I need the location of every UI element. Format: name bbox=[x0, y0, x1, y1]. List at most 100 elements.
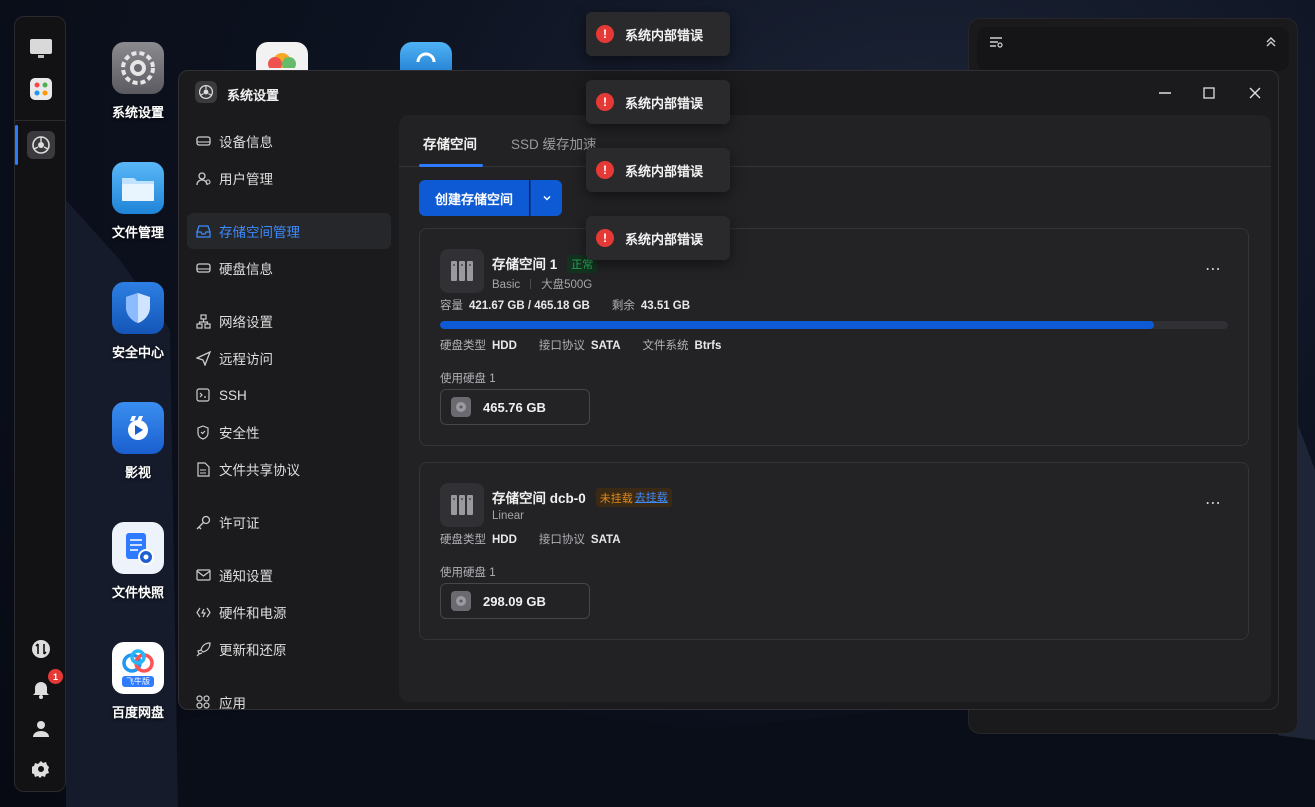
sidebar-item-device-info[interactable]: 设备信息 bbox=[187, 123, 391, 159]
app-center-icon[interactable] bbox=[27, 75, 55, 103]
desktop-app-photos[interactable] bbox=[242, 42, 322, 70]
desktop-app-baidu[interactable]: 飞牛版 百度网盘 bbox=[98, 642, 178, 721]
minimize-button[interactable] bbox=[1153, 81, 1177, 105]
more-options-button[interactable]: ⋯ bbox=[1205, 493, 1222, 513]
sidebar-item-security[interactable]: 安全性 bbox=[187, 414, 391, 450]
sidebar-item-notifications[interactable]: 通知设置 bbox=[187, 557, 391, 593]
disk-chip[interactable]: 465.76 GB bbox=[440, 389, 590, 425]
users-icon bbox=[195, 170, 211, 186]
photos-icon bbox=[256, 42, 308, 70]
storage-pool-card: 存储空间 1 正常 Basic 大盘500G ⋯ 容量 421.67 GB / 465… bbox=[419, 228, 1249, 446]
device-icon bbox=[195, 133, 211, 149]
status-badge: 未挂载 去挂载 bbox=[595, 488, 672, 507]
capacity-label: 容量 bbox=[440, 300, 463, 312]
desktop-app-snapshot[interactable]: 文件快照 bbox=[98, 522, 178, 601]
disk-size: 465.76 GB bbox=[483, 399, 546, 415]
error-toast[interactable]: ! 系统内部错误 bbox=[586, 148, 730, 192]
transfer-icon[interactable] bbox=[27, 635, 55, 663]
chevron-down-icon bbox=[542, 195, 551, 201]
sidebar-item-label: 远程访问 bbox=[219, 352, 273, 367]
shield-check-icon bbox=[195, 424, 211, 440]
settings-gear-icon bbox=[112, 42, 164, 94]
sidebar-item-storage[interactable]: 存储空间管理 bbox=[187, 213, 391, 249]
capacity-value: 421.67 GB / 465.18 GB bbox=[469, 300, 590, 312]
storage-server-icon bbox=[440, 249, 484, 293]
disk-chip[interactable]: 298.09 GB bbox=[440, 583, 590, 619]
capacity-line: 容量 421.67 GB / 465.18 GB 剩余 43.51 GB bbox=[440, 297, 690, 313]
desktop-app-settings[interactable]: 系统设置 bbox=[98, 42, 178, 121]
sidebar-item-users[interactable]: 用户管理 bbox=[187, 160, 391, 196]
more-options-button[interactable]: ⋯ bbox=[1205, 259, 1222, 279]
disk-type-label: 硬盘类型 bbox=[440, 340, 486, 352]
error-toast[interactable]: ! 系统内部错误 bbox=[586, 216, 730, 260]
tab-bar: 存储空间 SSD 缓存加速 bbox=[399, 115, 1271, 167]
sidebar-item-apps[interactable]: 应用 bbox=[187, 684, 391, 709]
mail-icon bbox=[195, 567, 211, 583]
storage-server-icon bbox=[440, 483, 484, 527]
document-icon bbox=[195, 461, 211, 477]
pool-raid: Basic bbox=[492, 279, 521, 291]
backup-icon bbox=[400, 42, 452, 70]
free-label: 剩余 bbox=[611, 300, 635, 312]
widget-panel-header bbox=[977, 27, 1289, 71]
pool-subtitle: Linear bbox=[492, 510, 524, 522]
disk-spec-line: 硬盘类型 HDD 接口协议 SATA bbox=[440, 531, 621, 547]
error-toast[interactable]: ! 系统内部错误 bbox=[586, 80, 730, 124]
toast-text: 系统内部错误 bbox=[625, 231, 704, 247]
collapse-icon[interactable] bbox=[1265, 35, 1277, 53]
toast-text: 系统内部错误 bbox=[625, 163, 704, 179]
sidebar-item-network[interactable]: 网络设置 bbox=[187, 303, 391, 339]
user-icon[interactable] bbox=[27, 715, 55, 743]
network-icon bbox=[195, 313, 211, 329]
sidebar-item-label: 存储空间管理 bbox=[219, 225, 300, 240]
filter-icon[interactable] bbox=[989, 35, 1003, 54]
desktop-app-backup[interactable] bbox=[386, 42, 466, 70]
send-icon bbox=[195, 350, 211, 366]
tab-storage[interactable]: 存储空间 bbox=[423, 133, 477, 153]
desktop-app-files[interactable]: 文件管理 bbox=[98, 162, 178, 241]
sidebar-item-label: 安全性 bbox=[219, 426, 260, 441]
error-toast[interactable]: ! 系统内部错误 bbox=[586, 12, 730, 56]
hard-disk-icon bbox=[451, 591, 471, 611]
desktop-app-security[interactable]: 安全中心 bbox=[98, 282, 178, 361]
sidebar-item-hardware[interactable]: 硬件和电源 bbox=[187, 594, 391, 630]
desktop-app-label: 百度网盘 bbox=[111, 705, 164, 720]
sidebar-item-remote[interactable]: 远程访问 bbox=[187, 340, 391, 376]
desktop-app-video[interactable]: 影视 bbox=[98, 402, 178, 481]
sidebar-item-file-sharing[interactable]: 文件共享协议 bbox=[187, 451, 391, 487]
error-icon: ! bbox=[596, 25, 614, 43]
capacity-progress-fill bbox=[440, 321, 1154, 329]
disk-size: 298.09 GB bbox=[483, 593, 546, 609]
sidebar-item-disks[interactable]: 硬盘信息 bbox=[187, 250, 391, 286]
tab-ssd-cache[interactable]: SSD 缓存加速 bbox=[511, 133, 597, 153]
desktop-icon[interactable] bbox=[27, 35, 55, 63]
fs-value: Btrfs bbox=[694, 340, 722, 352]
dock: 1 bbox=[14, 16, 66, 792]
sidebar-item-label: 更新和还原 bbox=[219, 643, 287, 658]
sidebar-item-ssh[interactable]: SSH bbox=[187, 377, 391, 413]
notification-badge: 1 bbox=[48, 669, 63, 684]
maximize-button[interactable] bbox=[1197, 81, 1221, 105]
mount-link[interactable]: 去挂载 bbox=[635, 489, 668, 505]
desktop-app-label: 系统设置 bbox=[111, 105, 164, 120]
notification-icon[interactable]: 1 bbox=[27, 669, 63, 703]
sidebar-item-update[interactable]: 更新和还原 bbox=[187, 631, 391, 667]
pool-name-text: 存储空间 1 bbox=[492, 257, 558, 272]
sidebar-item-license[interactable]: 许可证 bbox=[187, 504, 391, 540]
pool-name: 存储空间 1 正常 bbox=[492, 253, 598, 273]
window-title: 系统设置 bbox=[227, 88, 280, 103]
toast-text: 系统内部错误 bbox=[625, 27, 704, 43]
disk-type-value: HDD bbox=[492, 340, 517, 352]
create-storage-dropdown[interactable] bbox=[530, 180, 563, 216]
disks-used-label: 使用硬盘 1 bbox=[440, 567, 496, 579]
dock-active-indicator bbox=[15, 125, 18, 165]
create-storage-button[interactable]: 创建存储空间 bbox=[419, 180, 530, 216]
settings-app-icon[interactable] bbox=[27, 131, 55, 159]
disk-type-value: HDD bbox=[492, 534, 517, 546]
gear-icon[interactable] bbox=[27, 755, 55, 783]
create-storage-split-button: 创建存储空间 bbox=[419, 180, 563, 216]
storage-pool-card: 存储空间 dcb-0 未挂载 去挂载 Linear ⋯ 硬盘类型 HDD 接口协议 SAT… bbox=[419, 462, 1249, 640]
sidebar-item-label: 设备信息 bbox=[219, 135, 273, 150]
settings-sidebar: 设备信息 用户管理 存储空间管理 硬盘信息 网络设置 远程访问 SSH 安全性 bbox=[187, 123, 391, 709]
close-button[interactable] bbox=[1243, 81, 1267, 105]
